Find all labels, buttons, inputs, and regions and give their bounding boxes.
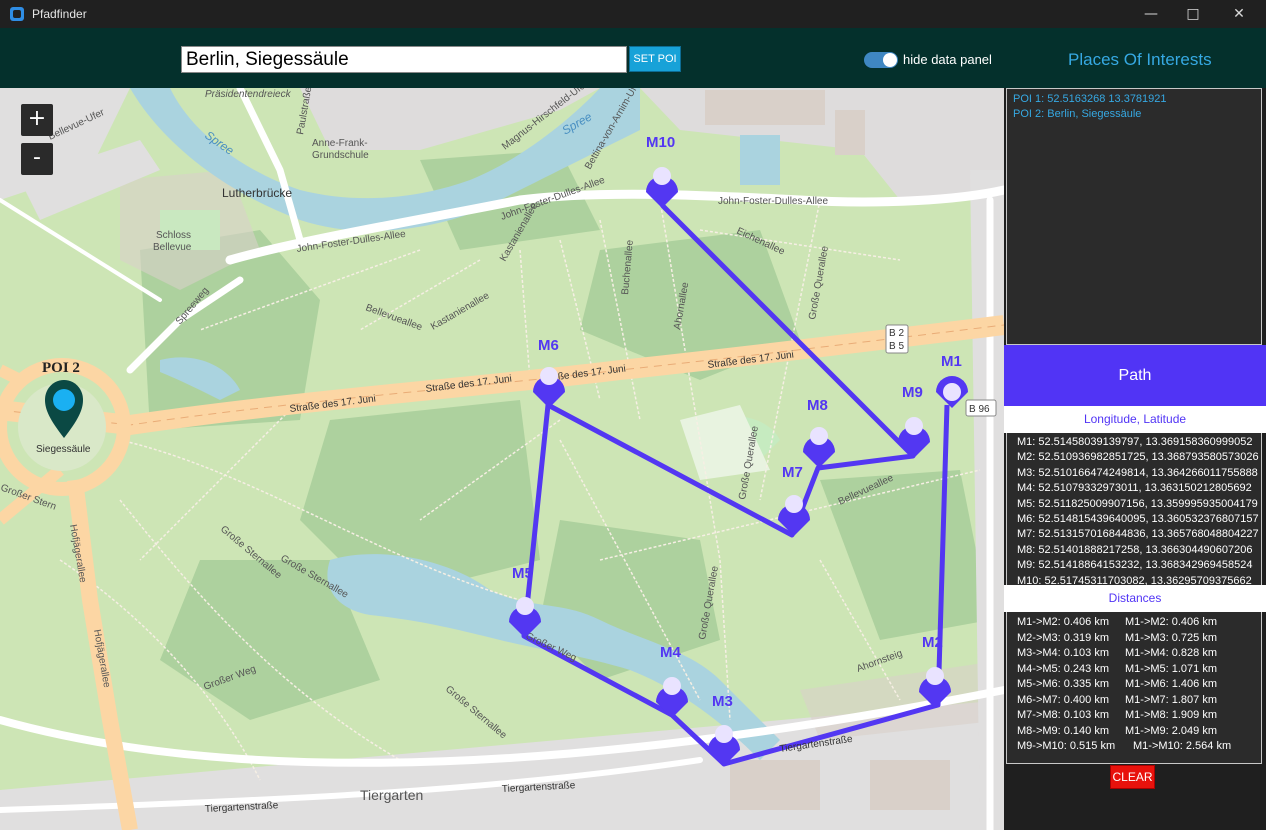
cumulative-distance: M1->M4: 0.828 km — [1125, 647, 1218, 659]
map-label-b2: B 2 — [889, 328, 904, 339]
cumulative-distance: M1->M3: 0.725 km — [1125, 631, 1218, 644]
map-label-praesidentendreieck: Präsidentendreieck — [205, 89, 292, 100]
poi-2-label: POI 2 — [42, 360, 80, 376]
minimize-icon[interactable]: — — [1128, 0, 1174, 28]
cumulative-distance: M1->M10: 2.564 km — [1133, 740, 1232, 752]
distances-list: M1->M2: 0.406 km M1->M2: 0.406 km M2->M3:… — [1006, 612, 1262, 764]
cumulative-distance: M1->M6: 1.406 km — [1125, 678, 1218, 690]
cumulative-distance: M1->M9: 2.049 km — [1125, 724, 1218, 737]
close-icon[interactable]: ✕ — [1216, 0, 1262, 28]
svg-text:M9: M9 — [902, 384, 923, 401]
distance-row: M5->M6: 0.335 km M1->M6: 1.406 km — [1017, 677, 1251, 693]
toolbar: Berlin, Siegessäule SET POI hide data pa… — [0, 28, 1266, 88]
poi-list-item[interactable]: POI 2: Berlin, Siegessäule — [1013, 107, 1255, 122]
map-label-schloss: Schloss — [156, 230, 191, 241]
coord-row: M6: 52.514815439640095, 13.3605323768071… — [1017, 513, 1259, 526]
map-label-b96: B 96 — [969, 404, 990, 415]
map-label-lutherbruecke: Lutherbrücke — [222, 186, 292, 200]
app-icon — [10, 7, 24, 21]
coords-header: Longitude, Latitude — [1004, 406, 1266, 433]
svg-text:M6: M6 — [538, 337, 559, 354]
segment-distance: M5->M6: 0.335 km — [1017, 678, 1110, 690]
distance-row: M1->M2: 0.406 km M1->M2: 0.406 km — [1017, 615, 1251, 631]
title-bar: Pfadfinder — □ ✕ — [0, 0, 1266, 28]
coord-row: M5: 52.511825009907156, 13.3599959350041… — [1017, 497, 1258, 510]
svg-text:M2: M2 — [922, 634, 943, 651]
segment-distance: M2->M3: 0.319 km — [1017, 631, 1110, 644]
map-label-grundschule: Grundschule — [312, 150, 369, 161]
set-poi-button[interactable]: SET POI — [629, 46, 681, 72]
poi-list-item[interactable]: POI 1: 52.5163268 13.3781921 — [1013, 92, 1255, 107]
distance-row: M6->M7: 0.400 km M1->M7: 1.807 km — [1017, 693, 1251, 709]
coord-row: M7: 52.513157016844836, 13.3657680488042… — [1017, 528, 1259, 541]
distance-row: M7->M8: 0.103 km M1->M8: 1.909 km — [1017, 708, 1251, 724]
map-label-jfd-3: John-Foster-Dulles-Allee — [718, 196, 828, 207]
cumulative-distance: M1->M7: 1.807 km — [1125, 693, 1218, 706]
path-header: Path — [1004, 345, 1266, 406]
segment-distance: M1->M2: 0.406 km — [1017, 616, 1110, 628]
svg-text:M5: M5 — [512, 565, 533, 582]
distance-row: M4->M5: 0.243 km M1->M5: 1.071 km — [1017, 662, 1251, 678]
clear-button[interactable]: CLEAR — [1110, 765, 1155, 789]
search-input[interactable]: Berlin, Siegessäule — [181, 46, 627, 73]
coords-list: M1: 52.51458039139797, 13.36915836099905… — [1006, 433, 1262, 587]
map-label-anne-frank: Anne-Frank- — [312, 138, 368, 149]
distance-row: M2->M3: 0.319 km M1->M3: 0.725 km — [1017, 631, 1251, 647]
hide-data-panel-toggle[interactable] — [864, 52, 898, 68]
svg-text:M10: M10 — [646, 134, 675, 151]
map-label-tiergarten: Tiergarten — [360, 787, 423, 803]
segment-distance: M3->M4: 0.103 km — [1017, 647, 1110, 659]
coord-row: M8: 52.51401888217258, 13.36630449060720… — [1017, 543, 1253, 556]
coord-row: M9: 52.51418864153232, 13.36834296945852… — [1017, 559, 1253, 572]
svg-text:M7: M7 — [782, 464, 803, 481]
data-panel: POI 1: 52.5163268 13.3781921 POI 2: Berl… — [1004, 88, 1266, 830]
cumulative-distance: M1->M5: 1.071 km — [1125, 662, 1218, 675]
map-view[interactable]: Präsidentendreieck Anne-Frank- Grundschu… — [0, 88, 1004, 830]
coord-row: M3: 52.510166474249814, 13.3642660117558… — [1017, 466, 1258, 479]
toggle-knob — [883, 53, 897, 67]
coord-row: M2: 52.510936982851725, 13.3687935805730… — [1017, 451, 1259, 464]
poi-list: POI 1: 52.5163268 13.3781921 POI 2: Berl… — [1006, 88, 1262, 345]
segment-distance: M8->M9: 0.140 km — [1017, 724, 1110, 737]
distance-row: M8->M9: 0.140 km M1->M9: 2.049 km — [1017, 724, 1251, 740]
distances-header: Distances — [1004, 585, 1266, 612]
segment-distance: M9->M10: 0.515 km — [1017, 740, 1116, 752]
cumulative-distance: M1->M2: 0.406 km — [1125, 616, 1218, 628]
distance-row: M3->M4: 0.103 km M1->M4: 0.828 km — [1017, 646, 1251, 662]
map-canvas[interactable]: Präsidentendreieck Anne-Frank- Grundschu… — [0, 88, 1004, 830]
coord-row: M4: 52.51079332973011, 13.36315021280569… — [1017, 482, 1252, 495]
svg-text:M1: M1 — [941, 353, 962, 370]
svg-text:M3: M3 — [712, 693, 733, 710]
map-label-b5: B 5 — [889, 341, 904, 352]
map-label-bellevue: Bellevue — [153, 242, 192, 253]
zoom-out-button[interactable]: - — [21, 143, 53, 175]
segment-distance: M4->M5: 0.243 km — [1017, 662, 1110, 675]
toggle-label: hide data panel — [903, 52, 992, 67]
maximize-icon[interactable]: □ — [1170, 0, 1216, 28]
distance-row: M9->M10: 0.515 km M1->M10: 2.564 km — [1017, 739, 1251, 755]
window-title: Pfadfinder — [32, 7, 87, 21]
cumulative-distance: M1->M8: 1.909 km — [1125, 709, 1218, 721]
zoom-in-button[interactable]: + — [21, 104, 53, 136]
svg-text:M8: M8 — [807, 397, 828, 414]
coord-row: M1: 52.51458039139797, 13.36915836099905… — [1017, 436, 1253, 448]
segment-distance: M7->M8: 0.103 km — [1017, 709, 1110, 721]
places-of-interests-heading: Places Of Interests — [1068, 50, 1212, 69]
svg-text:M4: M4 — [660, 644, 681, 661]
segment-distance: M6->M7: 0.400 km — [1017, 693, 1110, 706]
map-label-siegessaeule: Siegessäule — [36, 444, 91, 455]
